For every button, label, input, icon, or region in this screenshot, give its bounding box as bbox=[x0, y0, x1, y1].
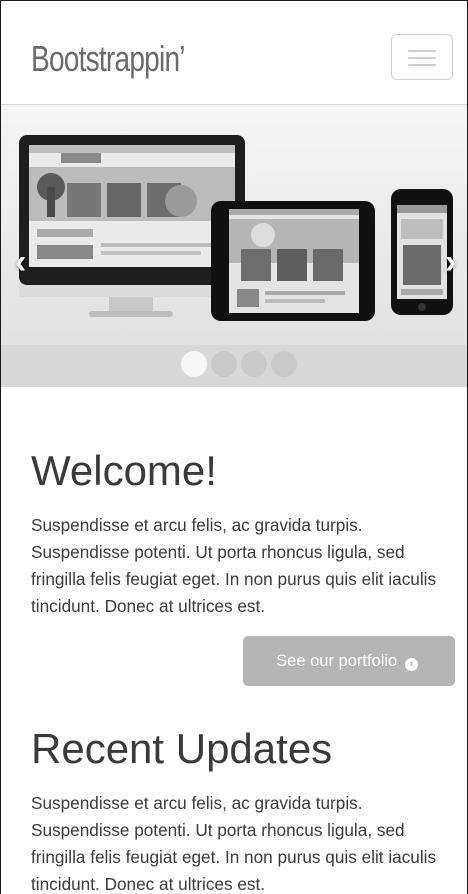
welcome-heading: Welcome! bbox=[31, 447, 217, 494]
recent-updates-text: Suspendisse et arcu felis, ac gravida tu… bbox=[31, 793, 437, 894]
menu-toggle-button[interactable] bbox=[391, 34, 453, 80]
page: Bootstrappin’ ‹ › Welcome! Suspendisse e… bbox=[0, 0, 468, 894]
carousel-indicator-4[interactable] bbox=[271, 351, 297, 377]
carousel: ‹ › bbox=[1, 105, 467, 387]
carousel-indicator-2[interactable] bbox=[211, 351, 237, 377]
recent-updates-heading: Recent Updates bbox=[31, 725, 333, 772]
carousel-indicator-1[interactable] bbox=[181, 351, 207, 377]
welcome-text: Suspendisse et arcu felis, ac gravida tu… bbox=[31, 515, 437, 616]
devices-slide-image bbox=[1, 105, 467, 387]
navbar: Bootstrappin’ bbox=[1, 1, 467, 105]
see-portfolio-label: See our portfolio bbox=[276, 652, 398, 670]
carousel-indicator-3[interactable] bbox=[241, 351, 267, 377]
carousel-prev-icon[interactable]: ‹ bbox=[15, 245, 26, 279]
see-portfolio-button[interactable]: See our portfolio › bbox=[243, 636, 455, 686]
brand-logo[interactable]: Bootstrappin’ bbox=[31, 39, 186, 79]
carousel-next-icon[interactable]: › bbox=[445, 245, 456, 279]
hamburger-menu-icon bbox=[408, 50, 436, 52]
arrow-circle-right-icon: › bbox=[404, 658, 418, 671]
